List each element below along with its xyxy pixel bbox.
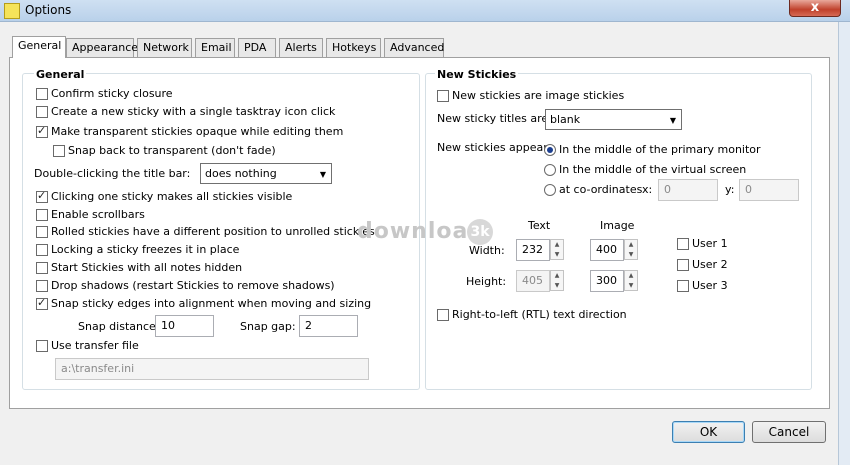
user3-checkbox[interactable] — [677, 280, 689, 292]
app-icon — [4, 3, 20, 19]
user1-checkbox[interactable] — [677, 238, 689, 250]
appear-label: New stickies appear: — [437, 141, 552, 154]
watermark: download — [357, 219, 486, 244]
height-label: Height: — [466, 275, 507, 288]
tab-alerts[interactable]: Alerts — [279, 38, 323, 57]
tab-hotkeys[interactable]: Hotkeys — [326, 38, 381, 57]
rolled-label: Rolled stickies have a different positio… — [51, 225, 375, 238]
new-stickies-group-title: New Stickies — [435, 68, 519, 81]
rtl-checkbox[interactable] — [437, 309, 449, 321]
tab-general[interactable]: General — [12, 36, 66, 58]
text-height-spinner[interactable]: ▲ ▼ — [550, 270, 564, 291]
rtl-label: Right-to-left (RTL) text direction — [452, 308, 627, 321]
user1-label: User 1 — [692, 237, 728, 250]
transfer-file-label: Use transfer file — [51, 339, 139, 352]
double-click-select[interactable]: does nothing ▼ — [200, 163, 332, 184]
tab-advanced[interactable]: Advanced — [384, 38, 444, 57]
double-click-label: Double-clicking the title bar: — [34, 167, 191, 180]
double-click-value: does nothing — [205, 167, 277, 180]
y-label: y: — [725, 183, 735, 196]
general-group-title: General — [34, 68, 87, 81]
snap-distance-label: Snap distance: — [78, 320, 160, 333]
text-width-spinner[interactable]: ▲ ▼ — [550, 239, 564, 260]
transfer-file-checkbox[interactable] — [36, 340, 48, 352]
image-width-input[interactable]: 400 — [590, 239, 624, 261]
scrollbars-checkbox[interactable] — [36, 209, 48, 221]
snap-back-label: Snap back to transparent (don't fade) — [68, 144, 276, 157]
y-coordinate-input[interactable]: 0 — [739, 179, 799, 201]
user3-label: User 3 — [692, 279, 728, 292]
snap-edges-label: Snap sticky edges into alignment when mo… — [51, 297, 372, 310]
primary-monitor-label: In the middle of the primary monitor — [559, 143, 761, 156]
text-width-input[interactable]: 232 — [516, 239, 550, 261]
width-label: Width: — [469, 244, 505, 257]
start-hidden-checkbox[interactable] — [36, 262, 48, 274]
titles-value: blank — [550, 113, 581, 126]
click-one-checkbox[interactable] — [36, 189, 48, 203]
snap-gap-label: Snap gap: — [240, 320, 296, 333]
tab-network[interactable]: Network — [137, 38, 192, 57]
single-click-label: Create a new sticky with a single tasktr… — [51, 105, 336, 118]
image-column-header: Image — [600, 219, 635, 232]
tab-pda[interactable]: PDA — [238, 38, 276, 57]
image-stickies-checkbox[interactable] — [437, 90, 449, 102]
window-title: Options — [25, 3, 72, 17]
rolled-checkbox[interactable] — [36, 226, 48, 238]
snap-edges-checkbox[interactable] — [36, 296, 48, 310]
text-column-header: Text — [528, 219, 551, 232]
image-width-spinner[interactable]: ▲ ▼ — [624, 239, 638, 260]
start-hidden-label: Start Stickies with all notes hidden — [51, 261, 243, 274]
snap-gap-input[interactable]: 2 — [299, 315, 358, 337]
tab-email[interactable]: Email — [195, 38, 235, 57]
confirm-closure-checkbox[interactable] — [36, 88, 48, 100]
title-bar — [0, 0, 850, 22]
click-one-label: Clicking one sticky makes all stickies v… — [51, 190, 293, 203]
watermark-badge: 3k — [467, 219, 493, 245]
ok-button[interactable]: OK — [672, 421, 745, 443]
snap-distance-input[interactable]: 10 — [155, 315, 214, 337]
x-coordinate-input[interactable]: 0 — [658, 179, 718, 201]
transfer-file-input[interactable]: a:\transfer.ini — [55, 358, 369, 380]
user2-checkbox[interactable] — [677, 259, 689, 271]
background-window-edge — [838, 22, 850, 465]
transparent-opaque-checkbox[interactable] — [36, 124, 48, 138]
coordinates-label: at co-ordinates — [559, 183, 643, 196]
virtual-screen-label: In the middle of the virtual screen — [559, 163, 747, 176]
scrollbars-label: Enable scrollbars — [51, 208, 145, 221]
coordinates-radio[interactable] — [544, 184, 556, 196]
snap-back-checkbox[interactable] — [53, 145, 65, 157]
x-label: x: — [642, 183, 653, 196]
chevron-down-icon: ▼ — [669, 116, 676, 125]
primary-monitor-radio[interactable] — [544, 144, 556, 156]
transparent-opaque-label: Make transparent stickies opaque while e… — [51, 125, 344, 138]
chevron-down-icon: ▼ — [319, 170, 326, 179]
close-button[interactable]: x — [789, 0, 841, 17]
titles-label: New sticky titles are: — [437, 112, 552, 125]
tab-appearance[interactable]: Appearance — [66, 38, 138, 57]
locking-label: Locking a sticky freezes it in place — [51, 243, 240, 256]
image-height-input[interactable]: 300 — [590, 270, 624, 292]
virtual-screen-radio[interactable] — [544, 164, 556, 176]
single-click-checkbox[interactable] — [36, 106, 48, 118]
cancel-button[interactable]: Cancel — [752, 421, 826, 443]
drop-shadows-checkbox[interactable] — [36, 280, 48, 292]
drop-shadows-label: Drop shadows (restart Stickies to remove… — [51, 279, 335, 292]
image-height-spinner[interactable]: ▲ ▼ — [624, 270, 638, 291]
text-height-input[interactable]: 405 — [516, 270, 550, 292]
titles-select[interactable]: blank ▼ — [545, 109, 682, 130]
user2-label: User 2 — [692, 258, 728, 271]
confirm-closure-label: Confirm sticky closure — [51, 87, 173, 100]
image-stickies-label: New stickies are image stickies — [452, 89, 625, 102]
locking-checkbox[interactable] — [36, 244, 48, 256]
